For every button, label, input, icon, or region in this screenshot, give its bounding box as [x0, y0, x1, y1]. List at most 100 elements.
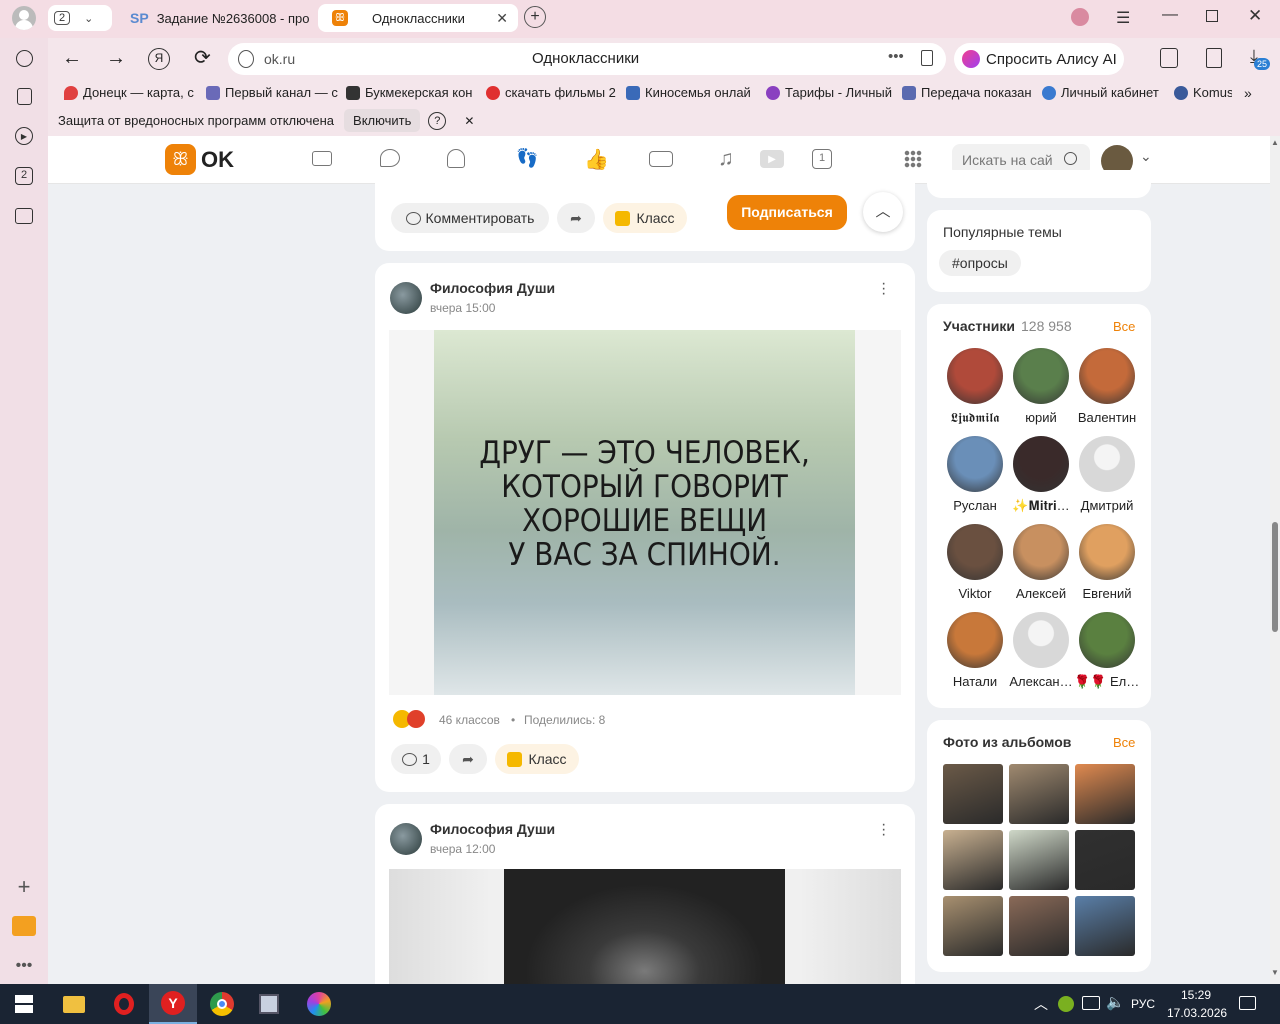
bookmark-item[interactable]: Киносемья онлай — [626, 85, 762, 100]
scroll-up-arrow[interactable]: ▲ — [1271, 138, 1279, 147]
add-panel-icon[interactable]: + — [12, 874, 36, 899]
bookmark-item[interactable]: Первый канал — с — [206, 85, 342, 100]
screenshot-icon[interactable] — [12, 204, 36, 228]
member-item[interactable]: Руслан — [942, 436, 1008, 513]
member-item[interactable]: Алексей — [1008, 524, 1074, 601]
close-window-icon[interactable]: ✕ — [1248, 6, 1262, 26]
tray-app-icon[interactable] — [1058, 996, 1074, 1012]
author-avatar[interactable] — [390, 282, 422, 314]
yandex-browser-icon[interactable]: Y — [149, 984, 197, 1024]
close-icon[interactable]: ✕ — [464, 114, 474, 128]
bookmark-item[interactable]: Букмекерская кон — [346, 85, 482, 100]
member-item[interactable]: 𝕷𝖏𝖚𝖉𝖒𝖎𝖑𝖆 — [942, 348, 1008, 426]
reader-icon[interactable] — [1160, 48, 1178, 68]
member-item[interactable]: Дмитрий — [1074, 436, 1140, 513]
album-photo[interactable] — [1009, 764, 1069, 824]
color-app-icon[interactable] — [295, 984, 343, 1024]
chrome-icon[interactable] — [198, 984, 246, 1024]
album-photo[interactable] — [1009, 896, 1069, 956]
back-icon[interactable]: ← — [62, 47, 82, 70]
class-button[interactable]: Класс — [603, 203, 687, 233]
bookmark-item[interactable]: Передача показан — [902, 85, 1038, 100]
clock-time[interactable]: 15:29 — [1181, 988, 1211, 1002]
author-name[interactable]: Философия Души — [430, 821, 555, 837]
album-photo[interactable] — [1075, 830, 1135, 890]
member-item[interactable]: Евгений — [1074, 524, 1140, 601]
comment-button[interactable]: 1 — [391, 744, 441, 774]
comment-button[interactable]: Комментировать — [391, 203, 549, 233]
mail-icon[interactable] — [12, 914, 36, 938]
shares-count[interactable]: Поделились: 8 — [524, 713, 605, 727]
bookmark-item[interactable]: скачать фильмы 2 — [486, 85, 622, 100]
album-photo[interactable] — [1075, 764, 1135, 824]
page-scrollbar[interactable]: ▲ ▼ — [1270, 136, 1280, 984]
class-button[interactable]: Класс — [495, 744, 579, 774]
restore-icon[interactable] — [1206, 10, 1218, 22]
messages-icon[interactable] — [312, 151, 332, 166]
language-indicator[interactable]: РУС — [1131, 997, 1155, 1011]
new-tab-button[interactable]: + — [524, 6, 546, 28]
play-icon[interactable]: ▶ — [12, 124, 36, 148]
album-photo[interactable] — [943, 830, 1003, 890]
events-icon[interactable]: 👍 — [584, 147, 609, 172]
post-menu-icon[interactable]: · · · — [881, 817, 886, 843]
file-explorer-icon[interactable] — [50, 984, 98, 1024]
chevron-down-icon[interactable]: ⌄ — [1140, 148, 1152, 165]
music-icon[interactable]: ♫ — [718, 147, 734, 171]
discussions-icon[interactable] — [380, 149, 400, 167]
tray-chevron-icon[interactable]: ︿ — [1034, 994, 1048, 1014]
tab-odnoklassniki[interactable]: ꕥ Одноклассники ✕ — [318, 4, 518, 32]
calendar-icon[interactable]: 1 — [812, 149, 832, 169]
albums-all-link[interactable]: Все — [1113, 735, 1135, 750]
reactions[interactable] — [393, 710, 425, 728]
member-item[interactable]: ✨𝐌𝐢𝐭𝐫𝐢… — [1008, 436, 1074, 514]
bookmark-item[interactable]: Komus — [1174, 85, 1232, 100]
tab-task[interactable]: SP Задание №2636008 - про — [122, 4, 312, 32]
video-player-icon[interactable]: ▶ — [760, 150, 784, 168]
help-icon[interactable]: ? — [428, 111, 447, 130]
account-icon[interactable] — [1071, 8, 1089, 26]
collections-icon[interactable] — [12, 84, 36, 108]
member-item[interactable]: Алексан… — [1008, 612, 1074, 689]
album-photo[interactable] — [1075, 896, 1135, 956]
reload-icon[interactable]: ⟳ — [194, 45, 211, 70]
post-image[interactable] — [389, 869, 901, 989]
clock-date[interactable]: 17.03.2026 — [1167, 1006, 1227, 1020]
member-item[interactable]: Натали — [942, 612, 1008, 689]
extension-icon[interactable] — [1206, 48, 1222, 68]
scroll-up-button[interactable]: ︿ — [863, 192, 903, 232]
subscribe-button[interactable]: Подписаться — [727, 195, 847, 230]
scroll-thumb[interactable] — [1272, 522, 1278, 632]
member-item[interactable]: 🌹🌹 Елена — [1074, 612, 1140, 690]
menu-icon[interactable]: ☰ — [1116, 8, 1130, 28]
more-bookmarks-icon[interactable]: » — [1244, 85, 1252, 101]
bookmark-item[interactable]: Личный кабинет — [1042, 85, 1170, 100]
video-icon[interactable] — [649, 151, 673, 167]
volume-icon[interactable]: 🔈 — [1106, 993, 1125, 1011]
close-tab-icon[interactable]: ✕ — [496, 10, 508, 27]
topic-tag[interactable]: #опросы — [939, 250, 1021, 276]
album-photo[interactable] — [943, 764, 1003, 824]
guests-icon[interactable]: 👣 — [516, 148, 538, 169]
post-menu-icon[interactable]: · · · — [881, 276, 886, 302]
apps-grid-icon[interactable] — [904, 150, 922, 168]
forward-icon[interactable]: → — [106, 47, 126, 70]
member-item[interactable]: Viktor — [942, 524, 1008, 601]
network-icon[interactable] — [1082, 996, 1100, 1010]
app-icon[interactable] — [245, 984, 293, 1024]
share-button[interactable]: ➦ — [449, 744, 487, 774]
notifications-icon[interactable] — [447, 149, 465, 168]
minimize-icon[interactable]: — — [1162, 6, 1178, 24]
bookmark-icon[interactable] — [921, 50, 933, 66]
yandex-icon[interactable]: Я — [148, 48, 170, 70]
more-icon[interactable]: ••• — [12, 954, 36, 978]
member-item[interactable]: Валентин — [1074, 348, 1140, 425]
tab-group-counter[interactable]: 2 ⌄ — [48, 5, 112, 31]
post-image[interactable]: ДРУГ — ЭТО ЧЕЛОВЕК, КОТОРЫЙ ГОВОРИТ ХОРО… — [389, 330, 901, 695]
share-button[interactable]: ➦ — [557, 203, 595, 233]
scroll-down-arrow[interactable]: ▼ — [1271, 968, 1279, 977]
author-avatar[interactable] — [390, 823, 422, 855]
more-icon[interactable]: ••• — [888, 48, 904, 65]
author-name[interactable]: Философия Души — [430, 280, 555, 296]
opera-icon[interactable] — [100, 984, 148, 1024]
